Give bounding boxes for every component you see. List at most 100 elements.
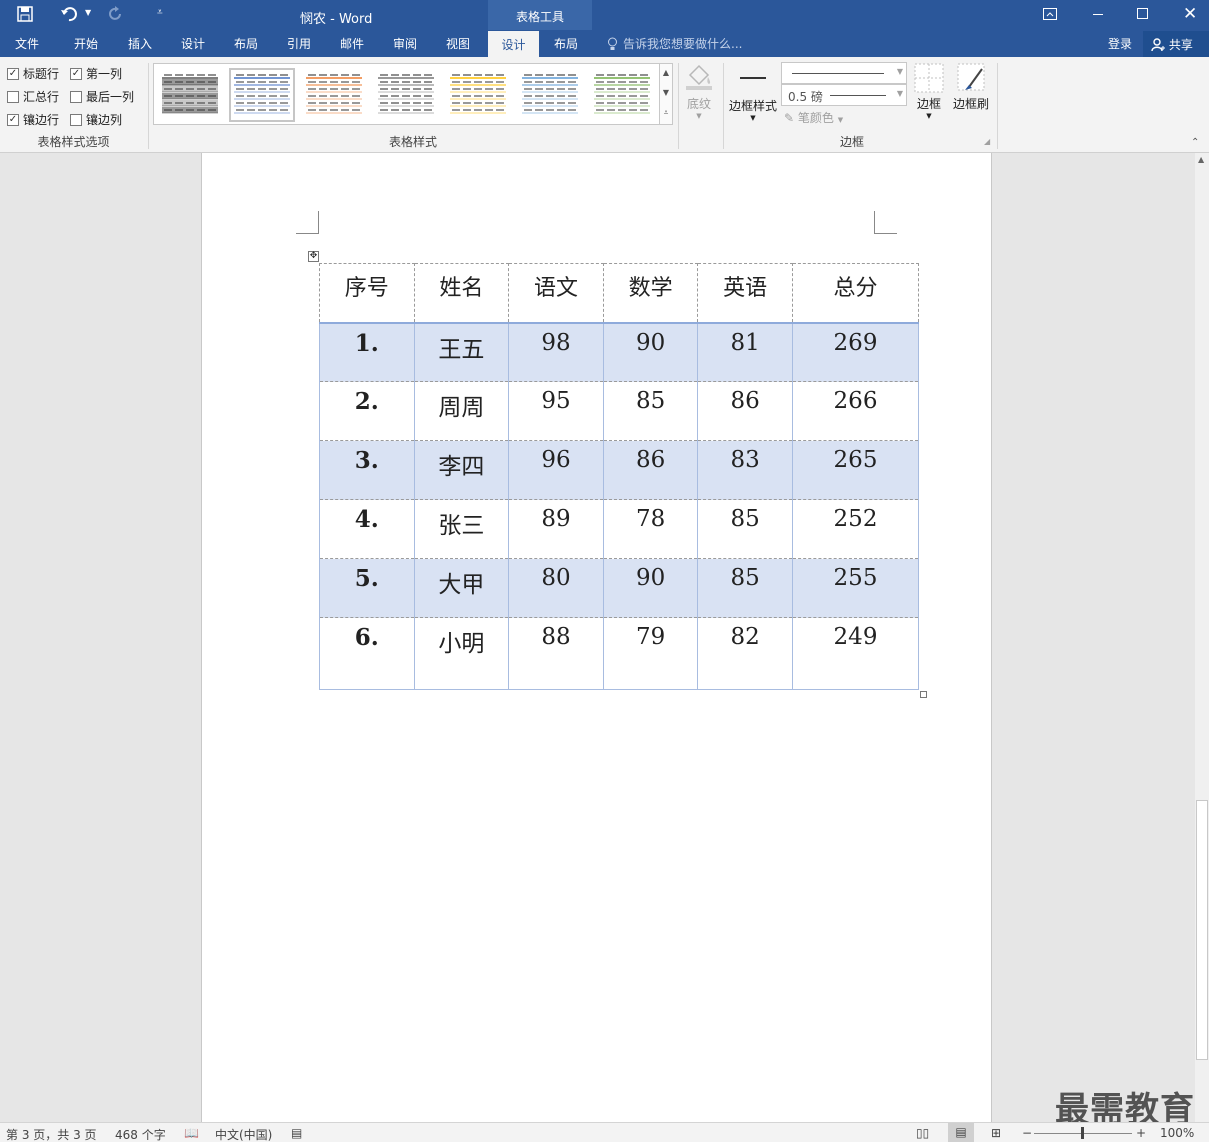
table-cell[interactable]: 90 <box>602 322 699 382</box>
tab-design-doc[interactable]: 设计 <box>181 35 205 52</box>
table-cell[interactable]: 255 <box>792 558 919 618</box>
table-cell[interactable]: 李四 <box>413 440 510 500</box>
tab-table-layout[interactable]: 布局 <box>554 35 578 52</box>
ribbon-display-icon[interactable] <box>1043 8 1057 20</box>
print-layout-icon[interactable]: ▤ <box>948 1123 974 1142</box>
web-layout-icon[interactable]: ⊞ <box>991 1126 1001 1140</box>
language-status[interactable]: 中文(中国) <box>215 1126 272 1142</box>
tab-home[interactable]: 开始 <box>74 35 98 52</box>
word-count[interactable]: 468 个字 <box>115 1126 166 1142</box>
zoom-out-icon[interactable]: − <box>1022 1126 1032 1140</box>
table-style-thumbnail[interactable] <box>520 71 580 119</box>
checkbox-last-column[interactable]: 最后一列 <box>70 88 134 105</box>
proofing-icon[interactable]: 📖 <box>184 1126 199 1140</box>
tab-references[interactable]: 引用 <box>287 35 311 52</box>
minimize-icon[interactable] <box>1093 14 1103 15</box>
tab-table-design[interactable]: 设计 <box>488 31 539 57</box>
table-cell[interactable]: 98 <box>508 322 604 382</box>
table-cell[interactable]: 85 <box>697 499 793 559</box>
zoom-slider-thumb[interactable] <box>1081 1127 1084 1139</box>
border-painter-button[interactable]: 边框刷 <box>950 63 992 129</box>
table-style-thumbnail[interactable] <box>376 71 436 119</box>
tab-view[interactable]: 视图 <box>446 35 470 52</box>
table-cell[interactable]: 4. <box>319 499 415 559</box>
undo-dropdown-icon[interactable]: ▼ <box>85 8 91 17</box>
zoom-in-icon[interactable]: + <box>1136 1126 1146 1140</box>
scrollbar-thumb[interactable] <box>1196 800 1208 1060</box>
macro-icon[interactable]: ▤ <box>291 1126 302 1140</box>
header-cell[interactable]: 总分 <box>792 263 919 324</box>
border-styles-button[interactable]: 边框样式 ▼ <box>728 63 778 129</box>
tab-mailings[interactable]: 邮件 <box>340 35 364 52</box>
table-cell[interactable]: 5. <box>319 558 415 618</box>
table-cell[interactable]: 81 <box>697 322 793 382</box>
zoom-level[interactable]: 100% <box>1160 1126 1194 1140</box>
table-style-thumbnail[interactable] <box>592 71 652 119</box>
table-cell[interactable]: 96 <box>508 440 604 500</box>
tab-review[interactable]: 审阅 <box>393 35 417 52</box>
table-cell[interactable]: 89 <box>508 499 604 559</box>
table-cell[interactable]: 小明 <box>413 617 510 690</box>
table-move-handle-icon[interactable]: ✥ <box>308 251 319 262</box>
table-cell[interactable]: 85 <box>697 558 793 618</box>
table-cell[interactable]: 张三 <box>413 499 510 559</box>
table-cell[interactable]: 78 <box>602 499 699 559</box>
header-cell[interactable]: 数学 <box>602 263 699 324</box>
line-style-combo[interactable]: ▼ <box>781 62 907 84</box>
header-cell[interactable]: 序号 <box>319 263 415 324</box>
table-cell[interactable]: 85 <box>602 381 699 441</box>
table-style-thumbnail[interactable] <box>229 68 295 122</box>
table-cell[interactable]: 王五 <box>413 322 510 382</box>
table-cell[interactable]: 249 <box>792 617 919 690</box>
gallery-more-icon[interactable]: ⩡ <box>659 104 672 124</box>
close-icon[interactable]: ✕ <box>1183 4 1197 24</box>
table-cell[interactable]: 大甲 <box>413 558 510 618</box>
collapse-ribbon-icon[interactable]: ⌃ <box>1191 137 1199 148</box>
redo-icon[interactable] <box>108 6 124 22</box>
pen-color-button[interactable]: ✎ 笔颜色 ▼ <box>784 109 843 126</box>
table-cell[interactable]: 2. <box>319 381 415 441</box>
tab-layout-doc[interactable]: 布局 <box>234 35 258 52</box>
tab-file[interactable]: 文件 <box>15 35 39 52</box>
table-style-thumbnail[interactable] <box>448 71 508 119</box>
header-cell[interactable]: 语文 <box>508 263 604 324</box>
header-cell[interactable]: 姓名 <box>413 263 510 324</box>
grades-table[interactable]: 序号 姓名 语文 数学 英语 总分 1. 王五 98 90 81 269 2. … <box>319 263 919 690</box>
line-weight-combo[interactable]: 0.5 磅 ▼ <box>781 84 907 106</box>
table-cell[interactable]: 86 <box>697 381 793 441</box>
table-cell[interactable]: 86 <box>602 440 699 500</box>
gallery-down-icon[interactable]: ▼ <box>659 84 672 104</box>
share-button[interactable]: 共享 <box>1143 31 1209 57</box>
read-mode-icon[interactable]: ▯▯ <box>916 1126 929 1140</box>
shading-button[interactable]: 底纹 ▼ <box>681 63 717 127</box>
customize-qat-icon[interactable]: ⩡ <box>157 7 163 18</box>
borders-button[interactable]: 边框 ▼ <box>912 63 946 129</box>
checkbox-banded-columns[interactable]: 镶边列 <box>70 111 122 128</box>
checkbox-total-row[interactable]: 汇总行 <box>7 88 59 105</box>
page-count[interactable]: 第 3 页，共 3 页 <box>6 1126 97 1142</box>
table-cell[interactable]: 269 <box>792 322 919 382</box>
checkbox-first-column[interactable]: ✓ 第一列 <box>70 65 122 82</box>
table-style-thumbnail[interactable] <box>160 71 220 119</box>
table-cell[interactable]: 266 <box>792 381 919 441</box>
table-cell[interactable]: 79 <box>602 617 699 690</box>
table-style-thumbnail[interactable] <box>304 71 364 119</box>
table-cell[interactable]: 95 <box>508 381 604 441</box>
table-cell[interactable]: 265 <box>792 440 919 500</box>
save-icon[interactable] <box>17 6 33 22</box>
table-cell[interactable]: 252 <box>792 499 919 559</box>
undo-icon[interactable] <box>60 6 78 22</box>
table-cell[interactable]: 83 <box>697 440 793 500</box>
checkbox-header-row[interactable]: ✓ 标题行 <box>7 65 59 82</box>
checkbox-banded-rows[interactable]: ✓ 镶边行 <box>7 111 59 128</box>
table-cell[interactable]: 6. <box>319 617 415 690</box>
tell-me-input[interactable]: 告诉我您想要做什么... <box>623 35 742 52</box>
table-cell[interactable]: 80 <box>508 558 604 618</box>
login-link[interactable]: 登录 <box>1108 35 1132 52</box>
table-cell[interactable]: 90 <box>602 558 699 618</box>
gallery-up-icon[interactable]: ▲ <box>659 64 672 84</box>
tab-insert[interactable]: 插入 <box>128 35 152 52</box>
table-cell[interactable]: 周周 <box>413 381 510 441</box>
table-resize-handle-icon[interactable] <box>920 691 927 698</box>
scroll-up-icon[interactable]: ▲ <box>1198 155 1204 164</box>
